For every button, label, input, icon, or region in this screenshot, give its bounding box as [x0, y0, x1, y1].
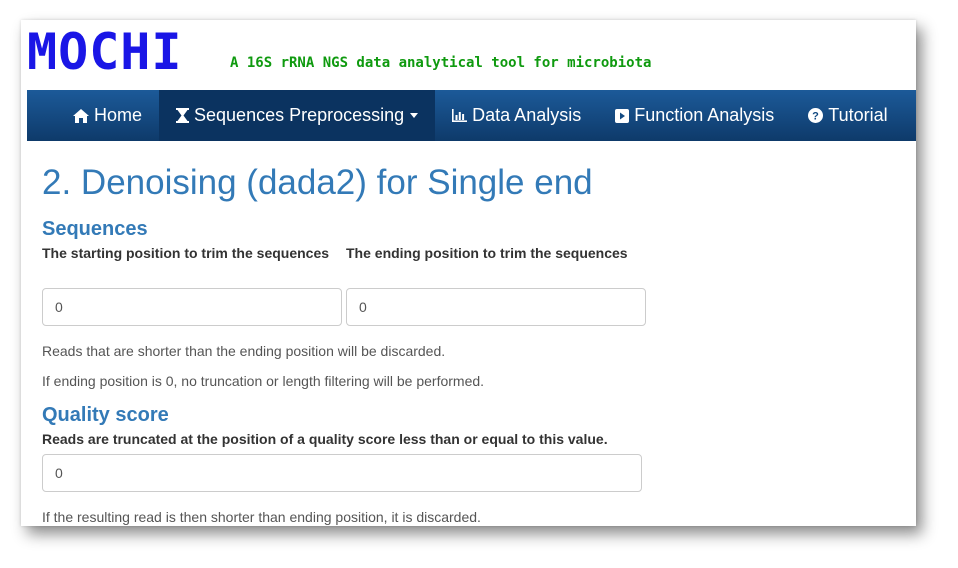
nav-tutorial[interactable]: ? Tutorial: [791, 90, 904, 141]
hourglass-icon: [176, 108, 190, 123]
home-icon: [73, 108, 89, 123]
app-logo[interactable]: MOCHI: [27, 22, 183, 82]
nav-function-analysis-label: Function Analysis: [634, 105, 775, 125]
end-position-label: The ending position to trim the sequence…: [346, 245, 628, 261]
page-title: 2. Denoising (dada2) for Single end: [42, 163, 593, 202]
sequences-help-text-1: Reads that are shorter than the ending p…: [42, 343, 446, 359]
question-circle-icon: ?: [808, 108, 824, 123]
app-tagline: A 16S rRNA NGS data analytical tool for …: [230, 55, 652, 71]
app-window: MOCHI A 16S rRNA NGS data analytical too…: [21, 20, 916, 526]
bar-chart-icon: [452, 109, 468, 122]
chevron-down-icon: [410, 113, 419, 118]
sequences-help-text-2: If ending position is 0, no truncation o…: [42, 373, 485, 389]
start-position-label: The starting position to trim the sequen…: [42, 245, 330, 261]
nav-data-analysis[interactable]: Data Analysis: [435, 90, 598, 141]
sequences-heading: Sequences: [42, 218, 148, 240]
nav-home-label: Home: [94, 105, 143, 125]
nav-home[interactable]: Home: [27, 90, 159, 141]
end-position-input[interactable]: [346, 288, 646, 326]
quality-score-label: Reads are truncated at the position of a…: [42, 431, 608, 447]
main-navbar: Home Sequences Preprocessing Data Analys…: [27, 90, 916, 141]
nav-data-analysis-label: Data Analysis: [472, 105, 582, 125]
nav-tutorial-label: Tutorial: [828, 105, 888, 125]
svg-text:?: ?: [812, 111, 819, 123]
start-position-input[interactable]: [42, 288, 342, 326]
nav-sequences-preprocessing[interactable]: Sequences Preprocessing: [159, 90, 436, 141]
play-square-icon: [615, 108, 630, 123]
quality-score-heading: Quality score: [42, 404, 169, 426]
nav-function-analysis[interactable]: Function Analysis: [598, 90, 791, 141]
quality-score-input[interactable]: [42, 454, 642, 492]
brand-header: MOCHI A 16S rRNA NGS data analytical too…: [21, 20, 916, 90]
nav-sequences-preprocessing-label: Sequences Preprocessing: [194, 105, 405, 125]
quality-help-text: If the resulting read is then shorter th…: [42, 509, 481, 525]
